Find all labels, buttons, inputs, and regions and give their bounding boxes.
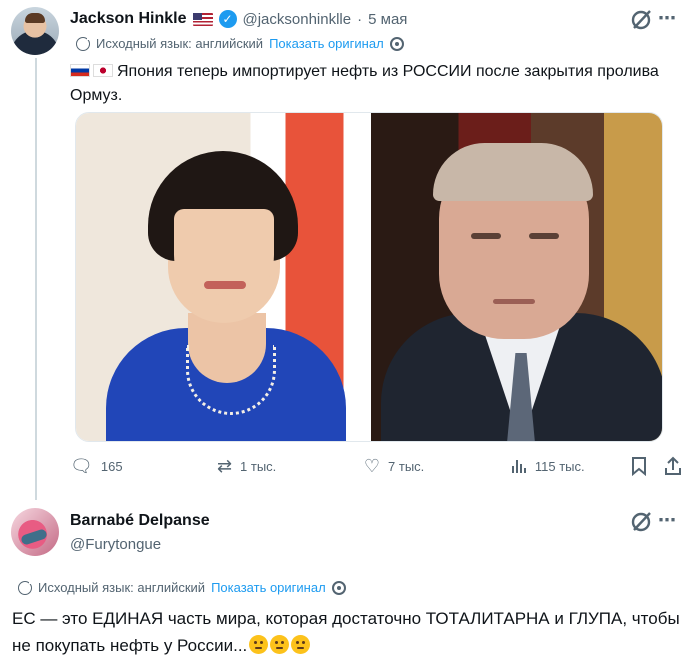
reply-icon: 🗨︎	[70, 456, 93, 476]
show-original-link[interactable]: Показать оригинал	[269, 36, 384, 51]
translate-icon	[18, 578, 34, 595]
reply-author-name[interactable]: Barnabé Delpanse	[70, 512, 210, 530]
gear-icon[interactable]	[331, 580, 346, 595]
tweet-header: Jackson Hinkle ✓ @jacksonhinklle · 5 мая	[70, 10, 407, 28]
grok-icon[interactable]	[628, 509, 654, 535]
translation-notice: Исходный язык: английский Показать ориги…	[76, 34, 404, 51]
photo-man[interactable]	[371, 113, 662, 441]
share-icon[interactable]	[664, 456, 682, 476]
relieved-emoji-icon	[291, 635, 311, 654]
author-name[interactable]: Jackson Hinkle	[70, 10, 187, 28]
author-handle[interactable]: @jacksonhinklle	[243, 11, 352, 28]
us-flag-icon	[192, 12, 213, 26]
tweet-actions: 🗨︎ 165 ⇄ 1 тыс. ♡ 7 тыс. 115 тыс.	[70, 456, 682, 476]
translation-label: Исходный язык: английский	[96, 36, 264, 51]
russia-flag-icon	[70, 64, 90, 77]
separator: ·	[357, 10, 363, 28]
reply-body: ЕС — это ЕДИНАЯ часть мира, которая дост…	[12, 609, 680, 655]
repost-button[interactable]: ⇄ 1 тыс.	[217, 457, 364, 475]
views-count: 115 тыс.	[534, 458, 585, 474]
heart-icon: ♡	[363, 456, 381, 476]
translate-icon	[76, 34, 92, 51]
shushing-emoji-icon	[270, 635, 290, 654]
more-options-icon[interactable]: ⋯	[658, 8, 677, 29]
tweet-text: Япония теперь импортирует нефть из РОССИ…	[70, 60, 680, 108]
views-icon	[511, 460, 526, 473]
japan-flag-icon	[93, 64, 113, 77]
like-count: 7 тыс.	[388, 458, 425, 474]
reply-author-handle[interactable]: @Furytongue	[70, 536, 161, 553]
avatar-barnabe-delpanse[interactable]	[11, 508, 59, 556]
photo-woman[interactable]	[76, 113, 367, 441]
avatar-jackson-hinkle[interactable]	[11, 7, 59, 55]
repost-count: 1 тыс.	[240, 458, 277, 474]
bookmark-icon[interactable]	[630, 456, 648, 476]
verified-badge-icon[interactable]: ✓	[218, 10, 237, 28]
reply-count: 165	[100, 458, 123, 474]
more-options-icon[interactable]: ⋯	[658, 510, 677, 531]
repost-icon: ⇄	[216, 456, 233, 476]
thread-line	[35, 58, 37, 500]
reply-text: ЕС — это ЕДИНАЯ часть мира, которая дост…	[12, 605, 692, 659]
gear-icon[interactable]	[389, 36, 404, 51]
tweet-body: Япония теперь импортирует нефть из РОССИ…	[70, 63, 659, 104]
tweet-date[interactable]: 5 мая	[368, 11, 407, 28]
views-button[interactable]: 115 тыс.	[511, 458, 630, 474]
reply-show-original-link[interactable]: Показать оригинал	[211, 580, 326, 595]
like-button[interactable]: ♡ 7 тыс.	[364, 457, 511, 475]
reply-translation-label: Исходный язык: английский	[38, 580, 206, 595]
reply-translation-notice: Исходный язык: английский Показать ориги…	[18, 578, 346, 595]
tweet-media[interactable]	[75, 112, 663, 442]
grok-icon[interactable]	[628, 7, 654, 33]
reply-button[interactable]: 🗨︎ 165	[70, 457, 217, 475]
eye-roll-emoji-icon	[249, 635, 269, 654]
